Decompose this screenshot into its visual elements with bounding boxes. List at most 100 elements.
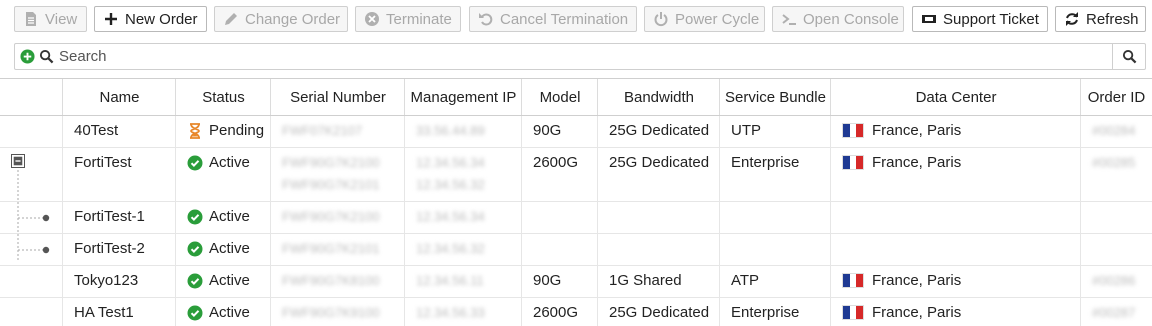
cell-status: Active [175,148,271,201]
table-row[interactable]: 40Test Pending FWF07K2107 33.56.44.89 90… [0,116,1152,148]
cell-bundle: ATP [719,266,831,297]
cell-status: Active [175,266,271,297]
ip-value: 12.34.56.34 [416,155,485,170]
cell-datacenter: France, Paris [830,298,1081,326]
search-input[interactable] [59,46,1099,66]
table-row[interactable]: FortiTest Active FWF90G7K2100 FWF90G7K21… [0,148,1152,202]
cell-mgmt-ip: 12.34.56.11 [404,266,522,297]
times-circle-icon [364,11,380,27]
search-button[interactable] [1112,44,1145,69]
cell-model: 90G [521,266,598,297]
cell-datacenter: France, Paris [830,148,1081,201]
cell-serial: FWF90G7K8100 [270,266,405,297]
add-filter-icon[interactable] [20,49,35,64]
datacenter-value: France, Paris [872,122,962,139]
order-id-value: #00286 [1092,273,1136,288]
search-bar [14,43,1146,70]
order-id-value: #00287 [1092,305,1136,320]
serial-value-secondary: FWF90G7K2101 [282,177,380,192]
table-row[interactable]: HA Test1 Active FWF90G7K9100 12.34.56.33… [0,298,1152,326]
column-header-status[interactable]: Status [175,79,271,115]
cell-order-id: #00284 [1080,116,1152,147]
cell-model [521,202,598,233]
cell-bandwidth: 25G Dedicated [597,116,720,147]
cell-bundle: Enterprise [719,298,831,326]
new-order-button[interactable]: New Order [94,6,207,32]
ip-value-secondary: 12.34.56.32 [416,177,485,192]
cell-bandwidth: 25G Dedicated [597,298,720,326]
cell-status: Active [175,298,271,326]
open-console-button-label: Open Console [803,10,899,28]
ip-value: 12.34.56.11 [416,273,484,288]
ip-value: 12.34.56.34 [416,209,485,224]
cell-model: 90G [521,116,598,147]
new-order-button-label: New Order [125,10,198,28]
cell-serial: FWF90G7K2100 [270,202,405,233]
column-header-mgmt-ip[interactable]: Management IP [404,79,522,115]
hourglass-icon [187,123,203,139]
column-header-model[interactable]: Model [521,79,598,115]
cell-status: Pending [175,116,271,147]
serial-value: FWF90G7K2101 [282,241,380,256]
cell-name: FortiTest-1 [62,202,176,233]
serial-value: FWF90G7K9100 [282,305,380,320]
table-row[interactable]: Tokyo123 Active FWF90G7K8100 12.34.56.11… [0,266,1152,298]
table-row[interactable]: FortiTest-1 Active FWF90G7K2100 12.34.56… [0,202,1152,234]
cell-bandwidth [597,202,720,233]
cell-order-id [1080,202,1152,233]
change-order-button-label: Change Order [245,10,341,28]
cell-serial: FWF90G7K2101 [270,234,405,265]
cell-mgmt-ip: 33.56.44.89 [404,116,522,147]
change-order-button[interactable]: Change Order [214,6,348,32]
ip-value: 12.34.56.33 [416,305,485,320]
terminal-icon [781,11,797,27]
cell-name: FortiTest [62,148,176,201]
cell-order-id: #00286 [1080,266,1152,297]
support-ticket-button[interactable]: Support Ticket [912,6,1048,32]
cancel-termination-button[interactable]: Cancel Termination [469,6,637,32]
datacenter-value: France, Paris [872,272,962,289]
check-circle-icon [187,155,203,171]
cell-bundle: Enterprise [719,148,831,201]
ip-value: 12.34.56.32 [416,241,485,256]
refresh-icon [1064,11,1080,27]
view-button[interactable]: View [14,6,87,32]
status-label: Active [209,240,250,257]
cell-name: HA Test1 [62,298,176,326]
order-id-value: #00285 [1092,155,1136,170]
cell-datacenter: France, Paris [830,116,1081,147]
check-circle-icon [187,273,203,289]
column-header-name[interactable]: Name [62,79,176,115]
cell-serial: FWF90G7K2100 FWF90G7K2101 [270,148,405,201]
datacenter-value: France, Paris [872,304,962,321]
search-icon [39,49,54,64]
serial-value: FWF90G7K2100 [282,155,380,170]
check-circle-icon [187,241,203,257]
terminate-button[interactable]: Terminate [355,6,461,32]
cell-datacenter [830,202,1081,233]
column-header-serial[interactable]: Serial Number [270,79,405,115]
power-cycle-button[interactable]: Power Cycle [644,6,765,32]
column-header-bandwidth[interactable]: Bandwidth [597,79,720,115]
column-header-datacenter[interactable]: Data Center [830,79,1081,115]
table-row[interactable]: FortiTest-2 Active FWF90G7K2101 12.34.56… [0,234,1152,266]
open-console-button[interactable]: Open Console [772,6,904,32]
cell-datacenter [830,234,1081,265]
column-header-bundle[interactable]: Service Bundle [719,79,831,115]
column-header-order-id[interactable]: Order ID [1080,79,1152,115]
cell-mgmt-ip: 12.34.56.34 [404,202,522,233]
cell-status: Active [175,234,271,265]
france-flag-icon [842,305,864,320]
france-flag-icon [842,273,864,288]
check-circle-icon [187,305,203,321]
refresh-button-label: Refresh [1086,10,1139,28]
cell-bandwidth [597,234,720,265]
refresh-button[interactable]: Refresh [1055,6,1146,32]
plus-icon [103,11,119,27]
orders-table: Name Status Serial Number Management IP … [0,78,1152,326]
cell-bandwidth: 1G Shared [597,266,720,297]
pencil-icon [223,11,239,27]
status-label: Active [209,304,250,321]
serial-value: FWF90G7K2100 [282,209,380,224]
serial-value: FWF07K2107 [282,123,363,138]
